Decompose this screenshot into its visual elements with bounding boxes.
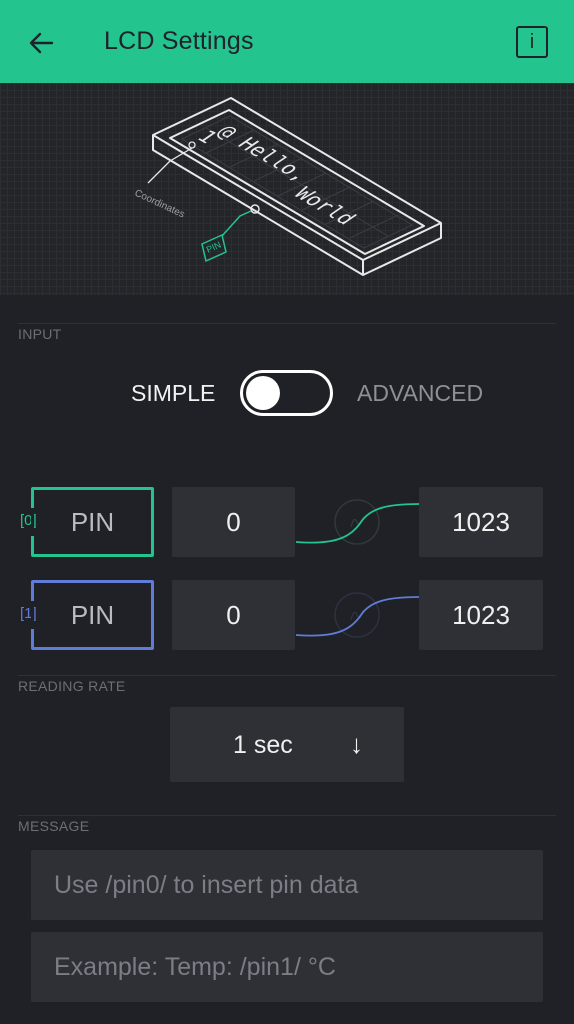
mode-simple-label[interactable]: SIMPLE bbox=[131, 380, 215, 407]
pin-border-gap bbox=[31, 508, 34, 536]
reading-rate-section-label: READING RATE bbox=[18, 678, 126, 694]
mapping-curve-1 bbox=[296, 592, 419, 638]
lcd-illustration: @ Hello, World 1 Coordinates PIN bbox=[0, 83, 574, 295]
pin-row-0: [0] PIN 0 1023 bbox=[0, 487, 574, 557]
mapping-curve-0 bbox=[296, 499, 419, 545]
pin-0-max-field[interactable]: 1023 bbox=[419, 487, 543, 557]
message-line1-input[interactable] bbox=[31, 850, 543, 920]
pin-button-label: PIN bbox=[70, 599, 115, 630]
mode-toggle-switch[interactable] bbox=[240, 370, 333, 416]
pin-1-max-field[interactable]: 1023 bbox=[419, 580, 543, 650]
pin-row-1: [1] PIN 0 1023 bbox=[0, 580, 574, 650]
message-line2-input[interactable] bbox=[31, 932, 543, 1002]
input-mode-toggle-row: SIMPLE ADVANCED bbox=[0, 367, 574, 419]
app-header: LCD Settings i bbox=[0, 0, 574, 83]
pin-button-label: PIN bbox=[70, 506, 115, 537]
pin-border-gap bbox=[31, 601, 34, 629]
pin-select-button-1[interactable]: PIN bbox=[31, 580, 154, 650]
coordinates-label: Coordinates bbox=[133, 188, 187, 221]
mode-advanced-label[interactable]: ADVANCED bbox=[357, 380, 483, 407]
info-icon: i bbox=[529, 30, 535, 53]
arrow-down-icon: ↓ bbox=[350, 729, 363, 759]
input-section-label: INPUT bbox=[18, 326, 62, 342]
back-button[interactable] bbox=[24, 26, 58, 60]
reading-rate-dropdown[interactable]: 1 sec ↓ bbox=[170, 707, 404, 782]
divider bbox=[18, 323, 556, 324]
page-title: LCD Settings bbox=[104, 27, 254, 55]
lcd-drawing: @ Hello, World 1 Coordinates PIN bbox=[133, 97, 442, 276]
toggle-knob bbox=[246, 376, 280, 410]
pin-0-min-field[interactable]: 0 bbox=[172, 487, 295, 557]
message-section-label: MESSAGE bbox=[18, 818, 90, 834]
arrow-left-icon bbox=[29, 32, 54, 54]
pin-1-min-field[interactable]: 0 bbox=[172, 580, 295, 650]
info-button[interactable]: i bbox=[516, 26, 548, 58]
divider bbox=[18, 675, 556, 676]
reading-rate-value: 1 sec bbox=[233, 731, 293, 759]
divider bbox=[18, 815, 556, 816]
pin-select-button-0[interactable]: PIN bbox=[31, 487, 154, 557]
